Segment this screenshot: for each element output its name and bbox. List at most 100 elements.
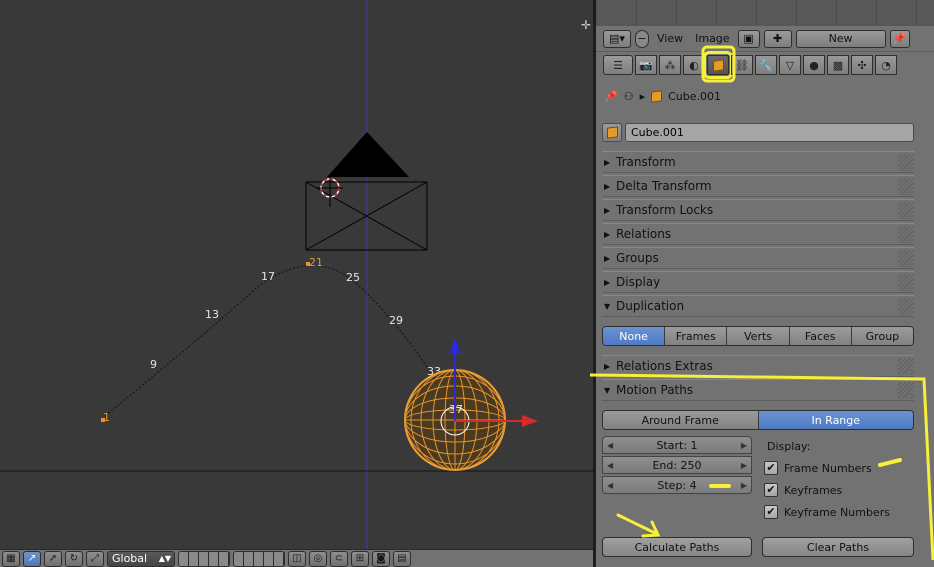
panel-relations[interactable]: ▶ Relations (602, 223, 914, 245)
viewport-canvas[interactable]: 1 9 13 17 21 25 29 33 37 (0, 0, 593, 549)
translate-icon[interactable]: ➚ (44, 550, 62, 567)
drag-handle-icon[interactable] (898, 382, 914, 399)
increment-arrow-icon[interactable]: ▶ (741, 441, 747, 450)
pin-icon[interactable]: 📌 (889, 29, 910, 48)
editor-type-icon[interactable]: ☰ (603, 55, 633, 75)
render-icon[interactable]: ◙ (372, 550, 390, 567)
motion-path (104, 264, 456, 417)
drag-handle-icon[interactable] (898, 154, 914, 171)
dup-none-option[interactable]: None (603, 327, 666, 345)
decrement-arrow-icon[interactable]: ◀ (607, 461, 613, 470)
panel-title: Display (616, 275, 661, 289)
drag-handle-icon[interactable] (898, 178, 914, 195)
snap-icon[interactable]: ⊂ (330, 550, 348, 567)
checkbox-checked-icon[interactable]: ✔ (764, 461, 778, 475)
panel-motion-paths[interactable]: ▼ Motion Paths (602, 379, 914, 401)
panel-transform[interactable]: ▶ Transform (602, 151, 914, 173)
drag-handle-icon[interactable] (898, 274, 914, 291)
constraints-tab-icon[interactable]: ⛓ (731, 55, 753, 75)
decrement-arrow-icon[interactable]: ◀ (607, 441, 613, 450)
dup-faces-option[interactable]: Faces (789, 327, 852, 345)
drag-handle-icon[interactable] (898, 226, 914, 243)
clear-paths-button[interactable]: Clear Paths (762, 537, 914, 557)
step-field[interactable]: ◀ Step: 4 ▶ (602, 476, 752, 494)
duplication-mode-selector: None Frames Verts Faces Group (602, 326, 914, 346)
orientation-select[interactable]: Global ▲▼ (107, 550, 175, 567)
panel-title: Delta Transform (616, 179, 712, 193)
particles-tab-icon[interactable]: ✣ (851, 55, 873, 75)
rotate-icon[interactable]: ↻ (65, 550, 83, 567)
data-tab-icon[interactable]: ▽ (779, 55, 801, 75)
object-tab-icon[interactable] (703, 51, 733, 79)
keyframes-checkbox-row[interactable]: ✔ Keyframes (764, 481, 842, 499)
render-tab-icon[interactable]: 📷 (635, 55, 657, 75)
view-menu[interactable]: View (653, 32, 687, 45)
step-label: Step: 4 (657, 478, 697, 492)
panel-display[interactable]: ▶ Display (602, 271, 914, 293)
increment-arrow-icon[interactable]: ▶ (741, 481, 747, 490)
increment-arrow-icon[interactable]: ▶ (741, 461, 747, 470)
around-frame-option[interactable]: Around Frame (603, 411, 759, 429)
collapse-triangle-icon: ▼ (604, 385, 611, 395)
image-menu[interactable]: Image (691, 32, 733, 45)
end-frame-label: End: 250 (652, 458, 702, 472)
checkbox-checked-icon[interactable]: ✔ (764, 483, 778, 497)
object-name-field[interactable]: Cube.001 (625, 122, 914, 142)
editor-type-icon[interactable]: ▦ (2, 550, 20, 567)
panel-title: Groups (616, 251, 659, 265)
drag-handle-icon[interactable] (898, 358, 914, 375)
panel-relations-extras[interactable]: ▶ Relations Extras (602, 355, 914, 377)
dup-verts-option[interactable]: Verts (727, 327, 790, 345)
frame-numbers-checkbox-row[interactable]: ✔ Frame Numbers (764, 459, 872, 477)
material-tab-icon[interactable]: ● (803, 55, 825, 75)
breadcrumb-object: Cube.001 (668, 89, 722, 103)
frame-label: 29 (389, 314, 403, 327)
panel-groups[interactable]: ▶ Groups (602, 247, 914, 269)
scene-icon: ⚇ (623, 89, 634, 103)
layers-grid-a[interactable] (178, 550, 230, 567)
collapse-menu-icon[interactable]: − (635, 29, 649, 48)
pin-icon[interactable]: 📌 (604, 90, 618, 103)
texture-tab-icon[interactable]: ▩ (827, 55, 849, 75)
pivot-icon[interactable]: ◫ (288, 550, 306, 567)
expand-triangle-icon: ▶ (604, 157, 611, 167)
snap-element-icon[interactable]: ⊞ (351, 550, 369, 567)
keyframe-numbers-checkbox-row[interactable]: ✔ Keyframe Numbers (764, 503, 890, 521)
new-image-plus-icon[interactable]: ✚ (763, 29, 792, 48)
expand-triangle-icon: ▶ (604, 229, 611, 239)
scene-tab-icon[interactable]: ◐ (683, 55, 705, 75)
layers-grid-b[interactable] (233, 550, 285, 567)
editor-type-icon[interactable]: ▤▾ (603, 29, 631, 48)
render-layers-tab-icon[interactable]: ⁂ (659, 55, 681, 75)
new-image-button[interactable]: New (795, 29, 886, 48)
clapper-icon[interactable]: ▤ (393, 550, 411, 567)
proportional-edit-icon[interactable]: ◎ (309, 550, 327, 567)
checkbox-label: Keyframe Numbers (784, 505, 890, 519)
panel-duplication[interactable]: ▼ Duplication (602, 295, 914, 317)
drag-handle-icon[interactable] (898, 250, 914, 267)
decrement-arrow-icon[interactable]: ◀ (607, 481, 613, 490)
manipulator-toggle-icon[interactable]: ↗ (23, 550, 41, 567)
drag-handle-icon[interactable] (898, 298, 914, 315)
image-browse-icon[interactable]: ▣ (737, 29, 760, 48)
panel-transform-locks[interactable]: ▶ Transform Locks (602, 199, 914, 221)
dup-group-option[interactable]: Group (851, 327, 913, 345)
start-frame-field[interactable]: ◀ Start: 1 ▶ (602, 436, 752, 454)
scale-icon[interactable]: ⤢ (86, 550, 104, 567)
dup-frames-option[interactable]: Frames (665, 327, 728, 345)
x-arrow-icon[interactable] (522, 415, 538, 427)
end-frame-field[interactable]: ◀ End: 250 ▶ (602, 456, 752, 474)
physics-tab-icon[interactable]: ◔ (875, 55, 897, 75)
in-range-option[interactable]: In Range (758, 411, 913, 429)
checkbox-checked-icon[interactable]: ✔ (764, 505, 778, 519)
3d-viewport[interactable]: 1 9 13 17 21 25 29 33 37 (0, 0, 593, 567)
modifiers-tab-icon[interactable]: 🔧 (755, 55, 777, 75)
area-split-icon[interactable]: ✛ (581, 18, 591, 32)
drag-handle-icon[interactable] (898, 202, 914, 219)
calculate-paths-button[interactable]: Calculate Paths (602, 537, 752, 557)
panel-title: Transform (616, 155, 676, 169)
panel-delta-transform[interactable]: ▶ Delta Transform (602, 175, 914, 197)
z-arrow-icon[interactable] (449, 338, 461, 354)
image-editor-area[interactable] (596, 0, 934, 26)
panel-title: Motion Paths (616, 383, 694, 397)
